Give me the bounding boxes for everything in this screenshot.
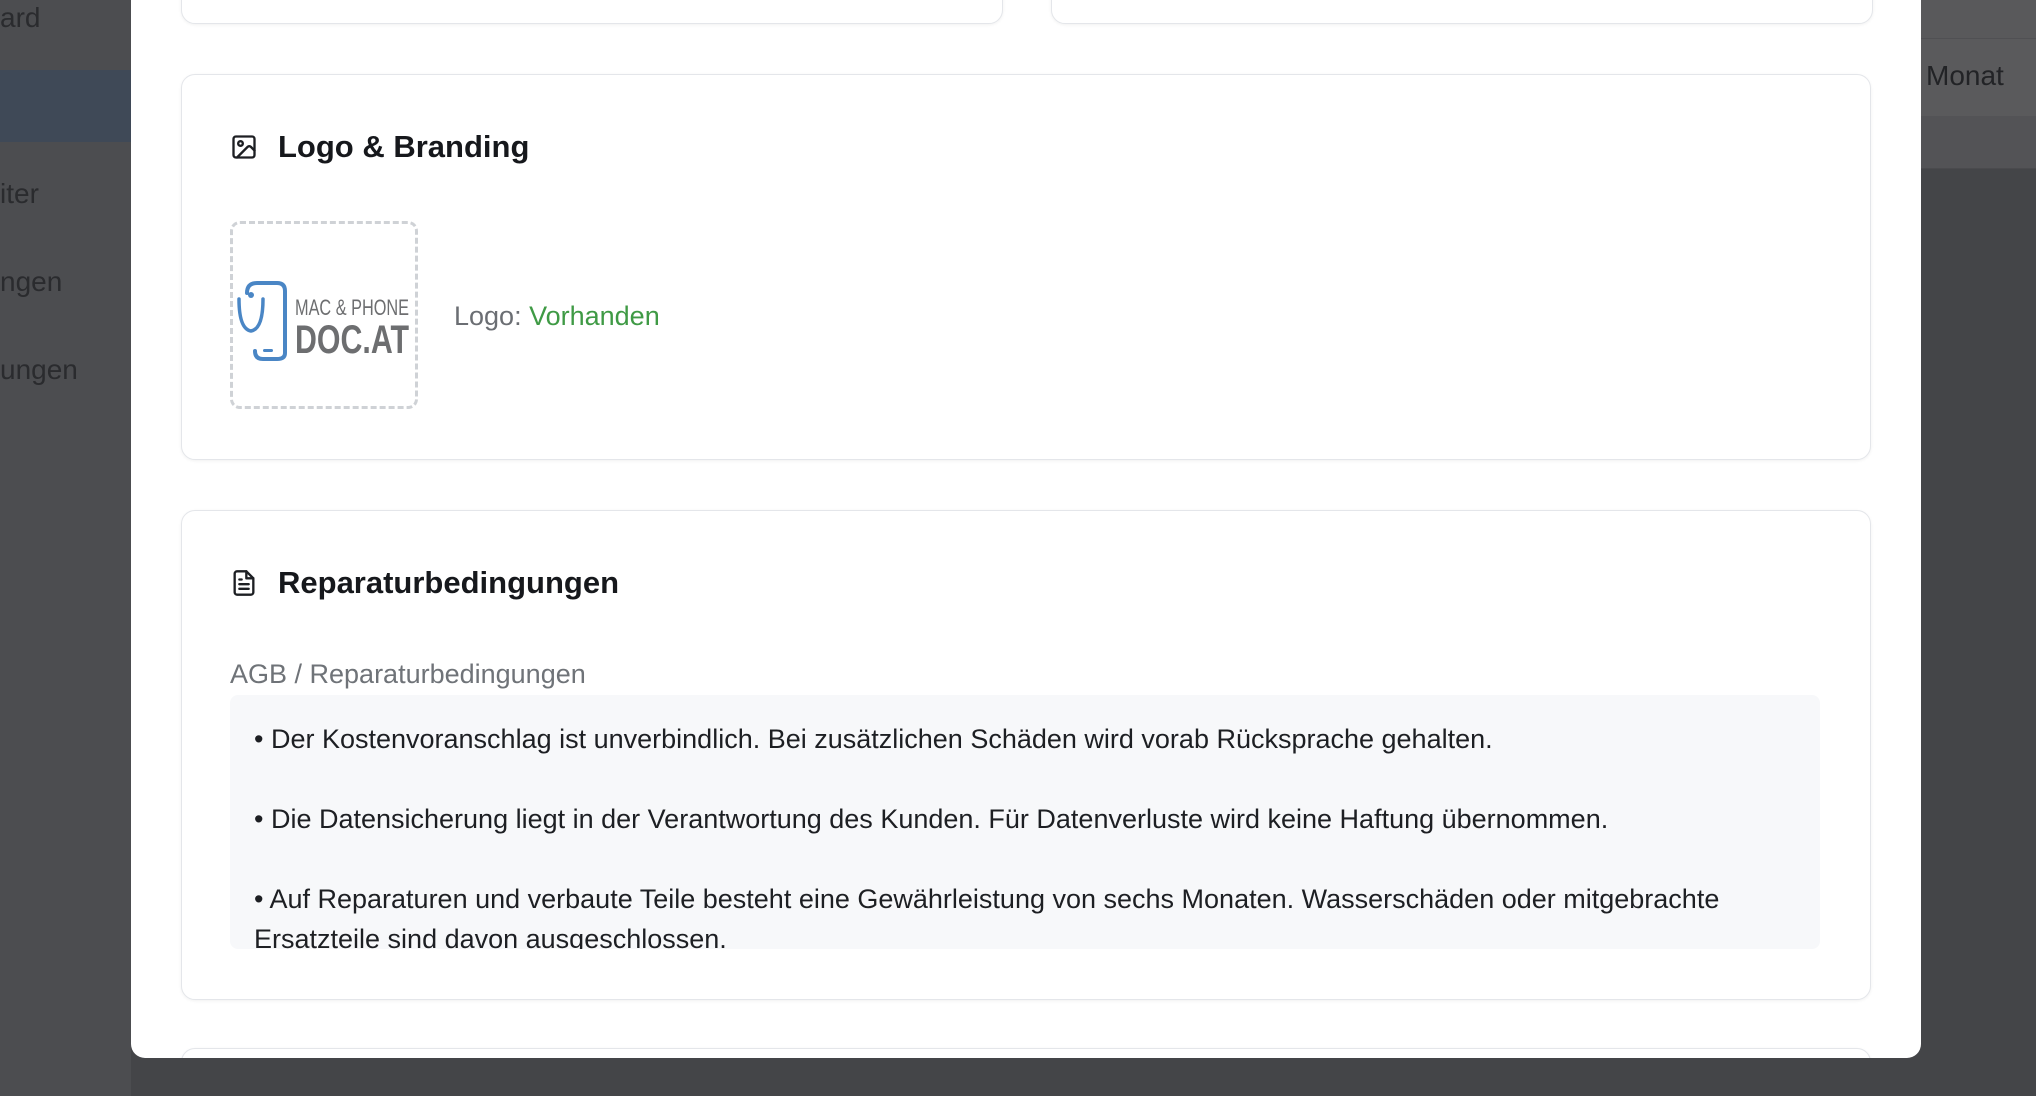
background-nav-item: iter [0, 178, 39, 209]
logo-branding-card: Logo & Branding MAC & PHONE DOC.AT Logo:… [181, 74, 1871, 460]
repair-terms-header: Reparaturbedingungen [230, 565, 619, 601]
background-nav-item: ngen [0, 266, 63, 297]
terms-field-label: AGB / Reparaturbedingungen [230, 659, 586, 689]
terms-textarea[interactable]: • Der Kostenvoranschlag ist unverbindlic… [230, 695, 1820, 949]
terms-line: • Auf Reparaturen und verbaute Teile bes… [254, 884, 1720, 949]
background-period-label: Monat [1926, 60, 2004, 91]
background-sidebar: ard iter ngen ungen [0, 0, 131, 1096]
logo-text-bottom: DOC.AT [295, 318, 409, 362]
logo-status-label: Logo: [454, 301, 522, 331]
settings-card [181, 1048, 1871, 1058]
background-sidebar-active-item [0, 70, 131, 142]
logo-text-top: MAC & PHONE [295, 295, 409, 320]
logo-status: Logo: Vorhanden [454, 301, 660, 332]
settings-card [181, 0, 1003, 24]
image-icon [230, 133, 258, 161]
background-nav-item: ard [0, 2, 41, 33]
repair-terms-title: Reparaturbedingungen [278, 565, 620, 600]
terms-line: • Die Datensicherung liegt in der Verant… [254, 804, 1609, 834]
company-logo: MAC & PHONE DOC.AT [237, 281, 409, 362]
logo-branding-header: Logo & Branding [230, 129, 529, 165]
logo-status-value: Vorhanden [529, 301, 660, 331]
repair-terms-card: Reparaturbedingungen AGB / Reparaturbedi… [181, 510, 1871, 1000]
document-icon [230, 569, 258, 597]
terms-line: • Der Kostenvoranschlag ist unverbindlic… [254, 724, 1493, 754]
logo-upload-dropzone[interactable]: MAC & PHONE DOC.AT [230, 221, 418, 409]
background-row [1921, 116, 2036, 169]
settings-modal: Logo & Branding MAC & PHONE DOC.AT Logo:… [131, 0, 1921, 1058]
logo-branding-title: Logo & Branding [278, 129, 530, 164]
background-nav-item: ungen [0, 354, 78, 385]
settings-card [1051, 0, 1873, 24]
